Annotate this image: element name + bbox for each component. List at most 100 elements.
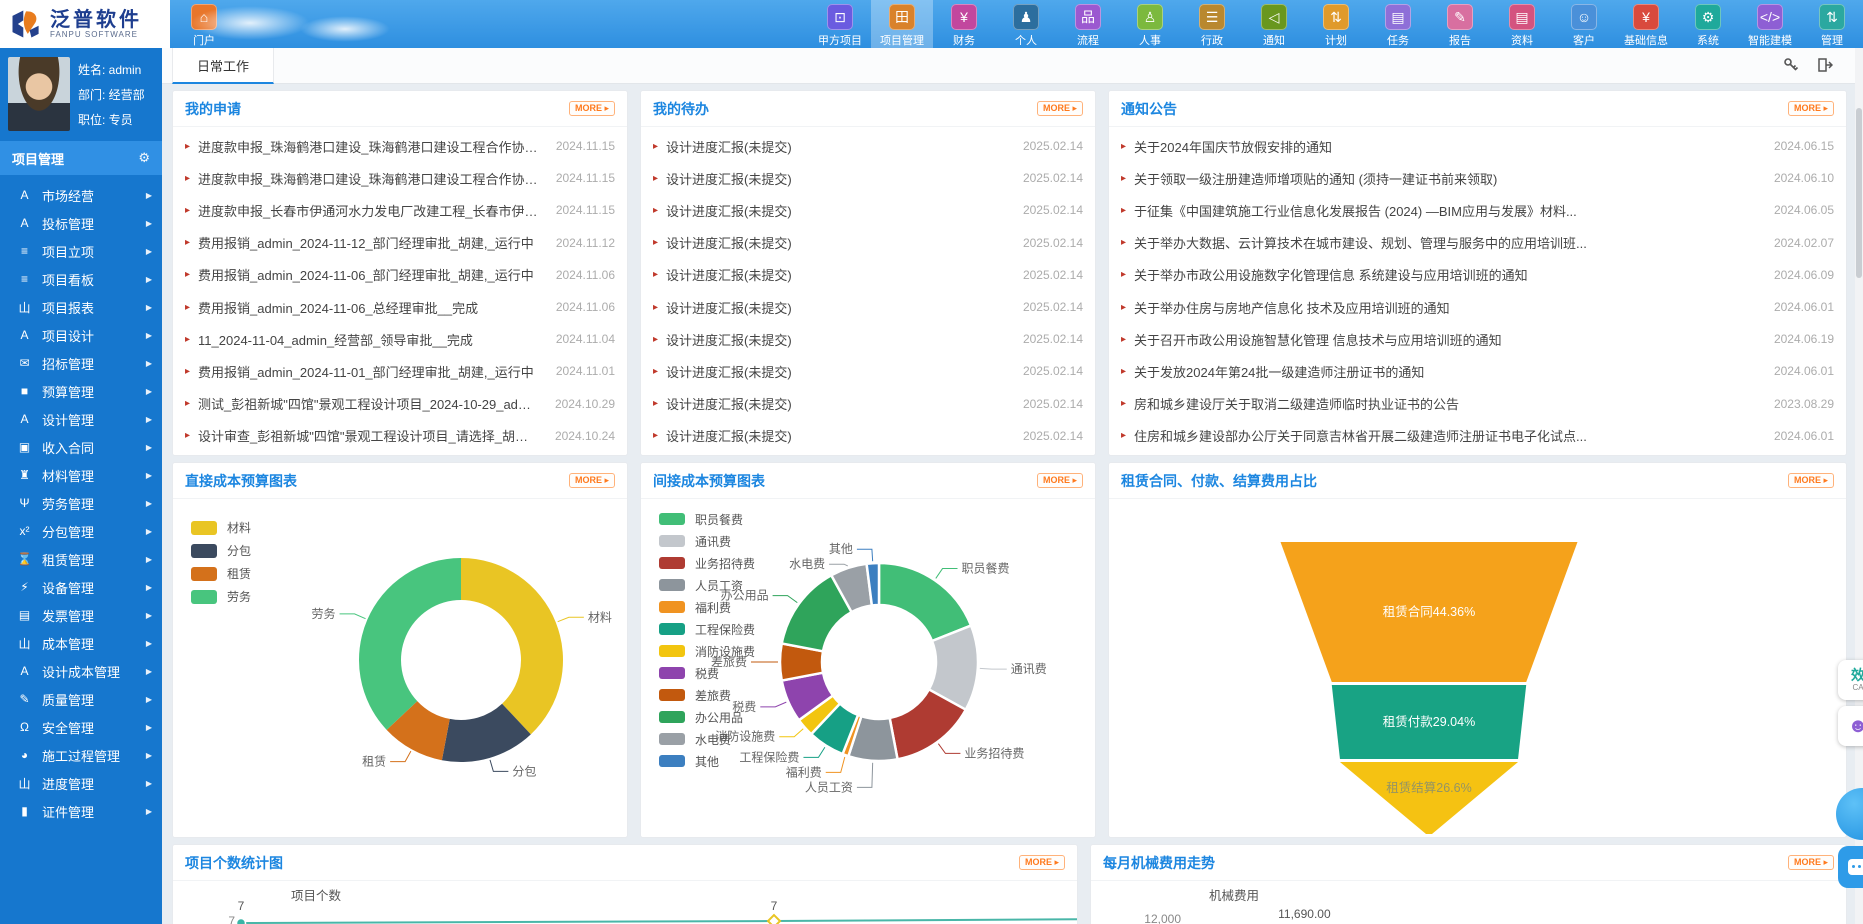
list-item[interactable]: ▸进度款申报_长春市伊通河水力发电厂改建工程_长春市伊通河水力发电...2024… [185, 194, 615, 226]
list-item[interactable]: ▸关于举办住房与房地产信息化 技术及应用培训班的通知2024.06.01 [1121, 291, 1834, 323]
list-item[interactable]: ▸设计审查_彭祖新城"四馆"景观工程设计项目_请选择_胡广生_2024-10-2… [185, 420, 615, 452]
sidebar-item-0[interactable]: A市场经营▶ [0, 181, 162, 209]
legend-item[interactable]: 业务招待费 [659, 552, 755, 574]
legend-item[interactable]: 通讯费 [659, 530, 755, 552]
sidebar-item-14[interactable]: ⚡设备管理▶ [0, 573, 162, 601]
list-item[interactable]: ▸费用报销_admin_2024-11-06_总经理审批__完成2024.11.… [185, 291, 615, 323]
nav-item-13[interactable]: ¥基础信息 [1615, 0, 1677, 48]
sidebar-item-19[interactable]: Ω安全管理▶ [0, 713, 162, 741]
key-icon[interactable] [1783, 57, 1799, 73]
chat-widget[interactable]: 45 [1838, 846, 1863, 888]
sidebar-item-22[interactable]: ▮证件管理▶ [0, 797, 162, 825]
legend-item[interactable]: 职员餐费 [659, 508, 755, 530]
list-item[interactable]: ▸关于领取一级注册建造师增项贴的通知 (须持一建证书前来领取)2024.06.1… [1121, 162, 1834, 194]
sidebar-item-11[interactable]: Ψ劳务管理▶ [0, 489, 162, 517]
logout-icon[interactable] [1817, 57, 1833, 73]
sidebar-item-17[interactable]: A设计成本管理▶ [0, 657, 162, 685]
legend-item[interactable]: 劳务 [191, 585, 251, 608]
sidebar-item-2[interactable]: ≡项目立项▶ [0, 237, 162, 265]
nav-item-9[interactable]: ▤任务 [1367, 0, 1429, 48]
sidebar-item-20[interactable]: ◕施工过程管理▶ [0, 741, 162, 769]
legend-item[interactable]: 福利费 [659, 596, 755, 618]
list-item[interactable]: ▸费用报销_admin_2024-11-06_部门经理审批_胡建,_运行中202… [185, 259, 615, 291]
legend-item[interactable]: 税费 [659, 662, 755, 684]
legend-item[interactable]: 其他 [659, 750, 755, 772]
list-item[interactable]: ▸设计进度汇报(未提交)2025.02.14 [653, 388, 1083, 420]
list-item[interactable]: ▸设计进度汇报(未提交)2025.02.14 [653, 227, 1083, 259]
nav-item-2[interactable]: ¥财务 [933, 0, 995, 48]
more-button[interactable]: MORE ▸ [1788, 473, 1834, 488]
list-item[interactable]: ▸设计进度汇报(未提交)2025.02.14 [653, 162, 1083, 194]
nav-item-6[interactable]: ☰行政 [1181, 0, 1243, 48]
nav-item-3[interactable]: ♟个人 [995, 0, 1057, 48]
more-button[interactable]: MORE ▸ [1037, 473, 1083, 488]
sidebar-item-15[interactable]: ▤发票管理▶ [0, 601, 162, 629]
legend-item[interactable]: 人员工资 [659, 574, 755, 596]
list-item[interactable]: ▸设计进度汇报(未提交)2025.02.14 [653, 130, 1083, 162]
list-item[interactable]: ▸房和城乡建设厅关于取消二级建造师临时执业证书的公告2023.08.29 [1121, 388, 1834, 420]
legend-item[interactable]: 办公用品 [659, 706, 755, 728]
list-item[interactable]: ▸费用报销_admin_2024-11-01_部门经理审批_胡建,_运行中202… [185, 355, 615, 387]
list-item[interactable]: ▸设计进度汇报(未提交)2025.02.14 [653, 355, 1083, 387]
sidebar-item-8[interactable]: A设计管理▶ [0, 405, 162, 433]
sidebar-item-1[interactable]: A投标管理▶ [0, 209, 162, 237]
more-button[interactable]: MORE ▸ [1019, 855, 1065, 870]
list-item[interactable]: ▸进度款申报_珠海鹤港口建设_珠海鹤港口建设工程合作协议书_admin_...2… [185, 162, 615, 194]
sidebar-item-7[interactable]: ■预算管理▶ [0, 377, 162, 405]
legend-item[interactable]: 分包 [191, 539, 251, 562]
more-button[interactable]: MORE ▸ [569, 473, 615, 488]
ca-widget[interactable]: 效 CA [1838, 660, 1863, 700]
list-item[interactable]: ▸关于发放2024年第24批一级建造师注册证书的通知2024.06.01 [1121, 355, 1834, 387]
nav-item-8[interactable]: ⇅计划 [1305, 0, 1367, 48]
list-item[interactable]: ▸设计进度汇报(未提交)2025.02.14 [653, 194, 1083, 226]
nav-item-16[interactable]: ⇅管理 [1801, 0, 1863, 48]
list-item[interactable]: ▸设计进度汇报(未提交)2025.02.14 [653, 259, 1083, 291]
more-button[interactable]: MORE ▸ [569, 101, 615, 116]
list-item[interactable]: ▸关于举办大数据、云计算技术在城市建设、规划、管理与服务中的应用培训班...20… [1121, 227, 1834, 259]
legend-item[interactable]: 水电费 [659, 728, 755, 750]
more-button[interactable]: MORE ▸ [1788, 101, 1834, 116]
sidebar-item-21[interactable]: 山进度管理▶ [0, 769, 162, 797]
legend-item[interactable]: 材料 [191, 516, 251, 539]
list-item[interactable]: ▸测试_彭祖新城"四馆"景观工程设计项目_2024-10-29_admin_结束… [185, 388, 615, 420]
list-item[interactable]: ▸住房和城乡建设部办公厅关于同意吉林省开展二级建造师注册证书电子化试点...20… [1121, 420, 1834, 452]
list-item[interactable]: ▸关于召开市政公用设施智慧化管理 信息技术与应用培训班的通知2024.06.19 [1121, 323, 1834, 355]
assistant-widget[interactable]: ☻ [1838, 706, 1863, 746]
list-item[interactable]: ▸设计进度汇报(未提交)2025.02.14 [653, 420, 1083, 452]
nav-item-10[interactable]: ✎报告 [1429, 0, 1491, 48]
sidebar-item-4[interactable]: 山项目报表▶ [0, 293, 162, 321]
legend-item[interactable]: 差旅费 [659, 684, 755, 706]
tab-daily-work[interactable]: 日常工作 [172, 48, 274, 84]
scrollbar-thumb[interactable] [1856, 108, 1862, 278]
nav-item-4[interactable]: 品流程 [1057, 0, 1119, 48]
sidebar-item-6[interactable]: ✉招标管理▶ [0, 349, 162, 377]
nav-item-12[interactable]: ☺客户 [1553, 0, 1615, 48]
nav-item-portal[interactable]: ⌂ 门户 [176, 0, 232, 48]
nav-item-5[interactable]: ♙人事 [1119, 0, 1181, 48]
sidebar-item-9[interactable]: ▣收入合同▶ [0, 433, 162, 461]
nav-item-1[interactable]: 田项目管理 [871, 0, 933, 48]
nav-item-15[interactable]: </>智能建模 [1739, 0, 1801, 48]
legend-item[interactable]: 租赁 [191, 562, 251, 585]
list-item[interactable]: ▸于征集《中国建筑施工行业信息化发展报告 (2024) —BIM应用与发展》材料… [1121, 194, 1834, 226]
nav-item-11[interactable]: ▤资料 [1491, 0, 1553, 48]
sidebar-item-16[interactable]: 山成本管理▶ [0, 629, 162, 657]
sidebar-item-18[interactable]: ✎质量管理▶ [0, 685, 162, 713]
nav-item-14[interactable]: ⚙系统 [1677, 0, 1739, 48]
list-item[interactable]: ▸关于举办市政公用设施数字化管理信息 系统建设与应用培训班的通知2024.06.… [1121, 259, 1834, 291]
legend-item[interactable]: 消防设施费 [659, 640, 755, 662]
sidebar-item-5[interactable]: A项目设计▶ [0, 321, 162, 349]
more-button[interactable]: MORE ▸ [1037, 101, 1083, 116]
sidebar-item-10[interactable]: ♜材料管理▶ [0, 461, 162, 489]
sidebar-item-13[interactable]: ⌛租赁管理▶ [0, 545, 162, 573]
more-button[interactable]: MORE ▸ [1788, 855, 1834, 870]
legend-item[interactable]: 工程保险费 [659, 618, 755, 640]
list-item[interactable]: ▸进度款申报_珠海鹤港口建设_珠海鹤港口建设工程合作协议书_admin_...2… [185, 130, 615, 162]
list-item[interactable]: ▸关于2024年国庆节放假安排的通知2024.06.15 [1121, 130, 1834, 162]
list-item[interactable]: ▸费用报销_admin_2024-11-12_部门经理审批_胡建,_运行中202… [185, 227, 615, 259]
sidebar-item-3[interactable]: ≡项目看板▶ [0, 265, 162, 293]
list-item[interactable]: ▸设计进度汇报(未提交)2025.02.14 [653, 323, 1083, 355]
notification-bubble[interactable] [1836, 788, 1863, 840]
nav-item-0[interactable]: ⊡甲方项目 [809, 0, 871, 48]
gear-icon[interactable]: ⚙ [138, 150, 150, 166]
